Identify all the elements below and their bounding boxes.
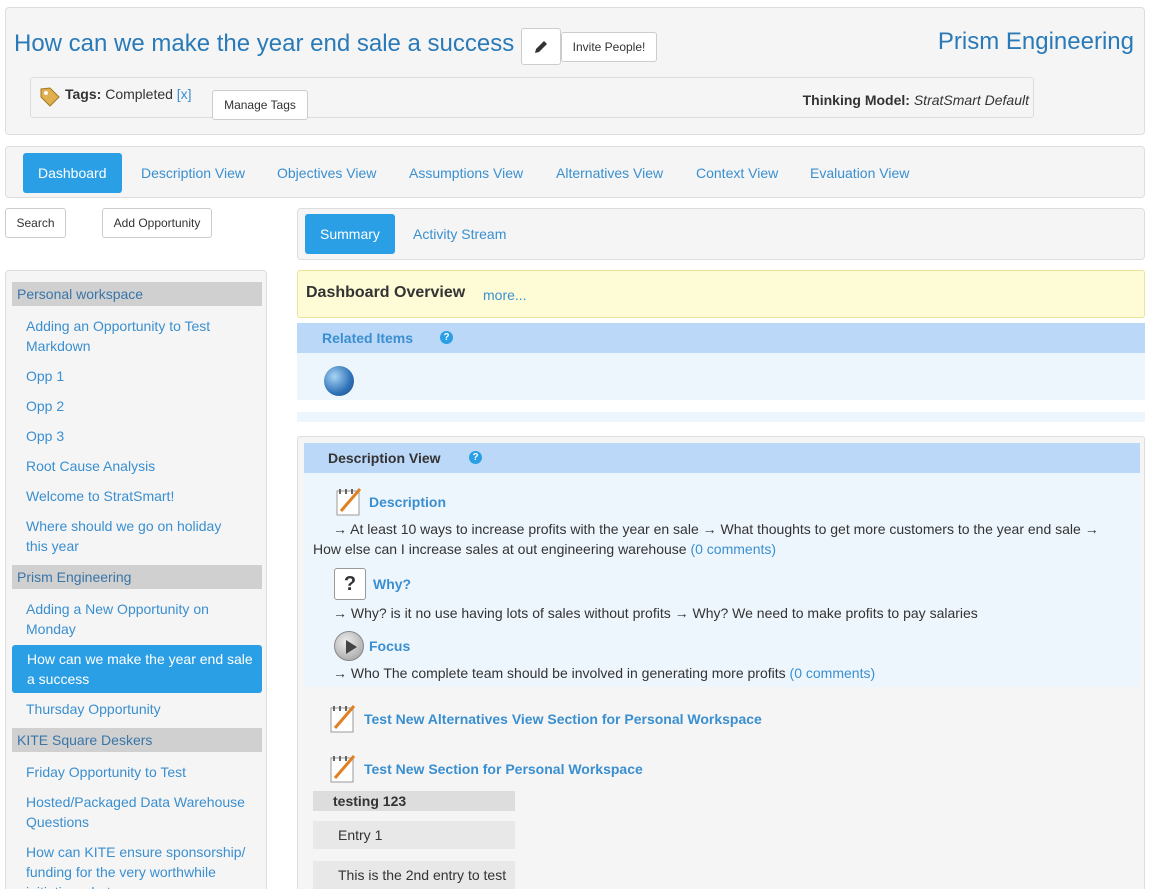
description-text-line1: → At least 10 ways to increase profits w…: [333, 521, 1099, 537]
list-item: This is the 2nd entry to test: [313, 861, 515, 889]
pencil-icon: [535, 40, 547, 53]
remove-tag-link[interactable]: [x]: [177, 86, 192, 102]
why-section-title[interactable]: Why?: [373, 576, 411, 592]
page-header: How can we make the year end sale a succ…: [5, 7, 1145, 135]
testing-header: testing 123: [313, 791, 515, 811]
sidebar-item-active[interactable]: How can we make the year end sale a succ…: [12, 645, 262, 693]
focus-text: → Who The complete team should be involv…: [333, 665, 786, 681]
sidebar-item[interactable]: How can KITE ensure sponsorship/ funding…: [26, 842, 246, 889]
workspace-header[interactable]: KITE Square Deskers: [12, 728, 262, 752]
tab-summary[interactable]: Summary: [305, 214, 395, 254]
thinking-model-value: StratSmart Default: [913, 92, 1029, 108]
sidebar-item[interactable]: Root Cause Analysis: [26, 456, 246, 476]
sidebar-item[interactable]: Welcome to StratSmart!: [26, 486, 246, 506]
tab-objectives-view[interactable]: Objectives View: [262, 153, 391, 193]
help-icon[interactable]: ?: [469, 451, 482, 464]
play-icon: [334, 631, 364, 661]
globe-icon[interactable]: [324, 366, 354, 396]
overview-more-link[interactable]: more...: [483, 287, 527, 303]
description-comments-link[interactable]: (0 comments): [690, 541, 776, 557]
why-section-text: → Why? is it no use having lots of sales…: [333, 605, 978, 621]
tags-label: Tags:: [65, 86, 102, 102]
sidebar: Personal workspace Adding an Opportunity…: [5, 270, 267, 889]
tab-description-view[interactable]: Description View: [126, 153, 260, 193]
related-items-title: Related Items: [322, 330, 414, 346]
search-button[interactable]: Search: [5, 208, 66, 238]
description-view-panel: Description View ? Description → At leas…: [297, 436, 1145, 889]
tab-alternatives-view[interactable]: Alternatives View: [541, 153, 678, 193]
page-title: How can we make the year end sale a succ…: [14, 30, 515, 57]
main-tabs: Dashboard Description View Objectives Vi…: [5, 146, 1145, 198]
tab-assumptions-view[interactable]: Assumptions View: [394, 153, 538, 193]
edit-title-button[interactable]: [521, 28, 561, 65]
sub-tabs: Summary Activity Stream: [297, 208, 1145, 260]
extra-section-title[interactable]: Test New Section for Personal Workspace: [364, 761, 643, 777]
sidebar-item[interactable]: Thursday Opportunity: [26, 699, 246, 719]
description-section-title[interactable]: Description: [369, 494, 446, 510]
thinking-model-label: Thinking Model:: [802, 92, 910, 108]
tag-icon: [40, 87, 60, 107]
tab-evaluation-view[interactable]: Evaluation View: [795, 153, 924, 193]
thinking-model: Thinking Model: StratSmart Default: [803, 92, 1029, 108]
focus-section-title[interactable]: Focus: [369, 638, 410, 654]
notepad-icon: [336, 488, 362, 516]
sidebar-item[interactable]: Friday Opportunity to Test: [26, 762, 246, 782]
tags-text: Tags: Completed [x]: [65, 86, 192, 102]
focus-section-text: → Who The complete team should be involv…: [333, 663, 875, 683]
sidebar-item[interactable]: Adding an Opportunity to Test Markdown: [26, 316, 246, 356]
sidebar-item[interactable]: Adding a New Opportunity on Monday: [26, 599, 246, 639]
description-view-body: Description → At least 10 ways to increa…: [304, 473, 1140, 687]
related-items-footer: [297, 412, 1145, 422]
add-opportunity-button[interactable]: Add Opportunity: [102, 208, 212, 238]
related-items-body: [297, 353, 1145, 400]
workspace-header[interactable]: Personal workspace: [12, 282, 262, 306]
workspace-header[interactable]: Prism Engineering: [12, 565, 262, 589]
manage-tags-button[interactable]: Manage Tags: [212, 90, 308, 120]
sidebar-item[interactable]: Opp 2: [26, 396, 246, 416]
question-icon: ?: [334, 568, 366, 600]
description-text-line2: How else can I increase sales at out eng…: [313, 541, 687, 557]
sidebar-item[interactable]: Hosted/Packaged Data Warehouse Questions: [26, 792, 246, 832]
extra-section-title[interactable]: Test New Alternatives View Section for P…: [364, 711, 762, 727]
sidebar-item[interactable]: Opp 3: [26, 426, 246, 446]
list-item: Entry 1: [313, 821, 515, 849]
sidebar-item[interactable]: Opp 1: [26, 366, 246, 386]
description-view-header: Description View ?: [304, 443, 1140, 473]
notepad-icon: [330, 705, 356, 733]
sidebar-item[interactable]: Where should we go on holiday this year: [26, 516, 246, 556]
description-section-text: → At least 10 ways to increase profits w…: [313, 519, 1133, 559]
tab-dashboard[interactable]: Dashboard: [23, 153, 122, 193]
notepad-icon: [330, 755, 356, 783]
related-items-header: Related Items ?: [297, 323, 1145, 353]
focus-comments-link[interactable]: (0 comments): [790, 665, 876, 681]
description-text-line2-wrapper: How else can I increase sales at out eng…: [313, 539, 1133, 559]
dashboard-overview: Dashboard Overview more...: [297, 270, 1145, 318]
tags-bar: Tags: Completed [x] Manage Tags Thinking…: [30, 77, 1034, 120]
overview-title: Dashboard Overview: [306, 284, 466, 301]
tab-context-view[interactable]: Context View: [681, 153, 793, 193]
description-view-title: Description View: [328, 450, 441, 466]
help-icon[interactable]: ?: [440, 331, 453, 344]
invite-people-button[interactable]: Invite People!: [561, 32, 657, 62]
tab-activity-stream[interactable]: Activity Stream: [398, 214, 521, 254]
company-name: Prism Engineering: [937, 28, 1134, 55]
tag-value: Completed: [105, 86, 173, 102]
